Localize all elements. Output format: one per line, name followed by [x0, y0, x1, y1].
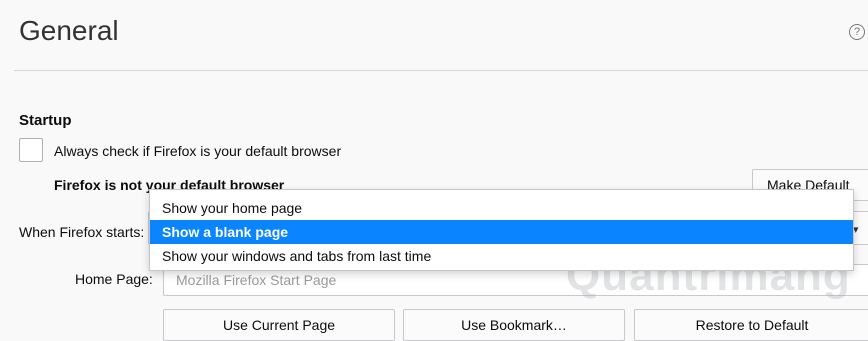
dropdown-option-home-page[interactable]: Show your home page: [150, 196, 853, 220]
dropdown-option-restore-session[interactable]: Show your windows and tabs from last tim…: [150, 244, 853, 268]
help-circle-icon[interactable]: ?: [849, 24, 865, 40]
home-page-label: Home Page:: [75, 271, 153, 287]
startup-section-title: Startup: [19, 112, 72, 129]
title-divider: [14, 70, 868, 71]
dropdown-option-blank-page[interactable]: Show a blank page: [150, 220, 853, 244]
startup-behavior-dropdown: Show your home page Show a blank page Sh…: [149, 189, 854, 271]
use-bookmark-button[interactable]: Use Bookmark…: [403, 309, 625, 341]
use-current-page-button[interactable]: Use Current Page: [163, 309, 395, 341]
default-browser-checkbox[interactable]: [19, 138, 43, 162]
default-browser-checkbox-label[interactable]: Always check if Firefox is your default …: [54, 143, 341, 159]
restore-default-button[interactable]: Restore to Default: [634, 309, 868, 341]
startup-behavior-label: When Firefox starts:: [19, 224, 145, 240]
page-title: General: [19, 15, 119, 46]
